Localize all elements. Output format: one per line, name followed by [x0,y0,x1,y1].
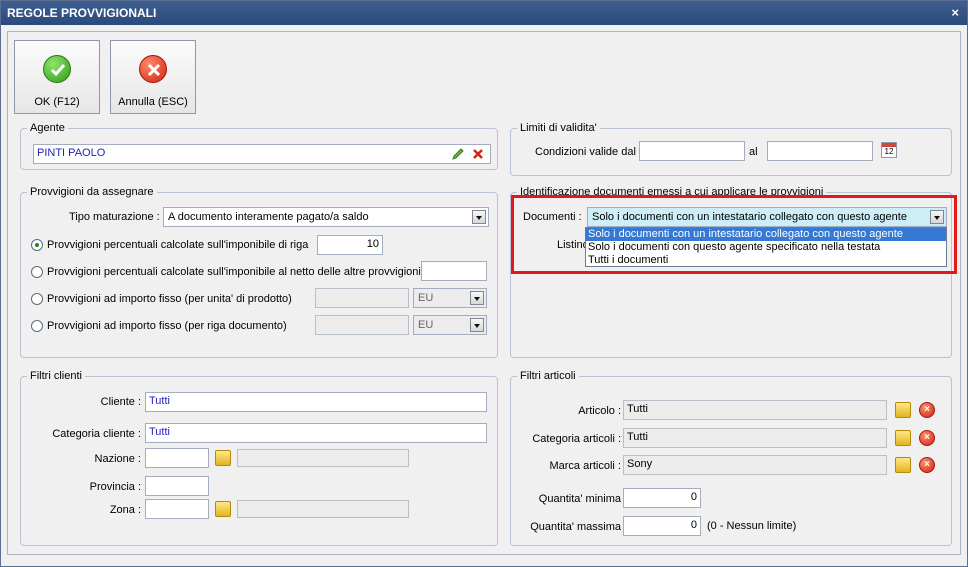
categoria-cliente-label: Categoria cliente : [52,428,141,440]
ok-button[interactable]: OK (F12) [14,40,100,114]
percent-netto-field[interactable] [421,261,487,281]
categoria-articoli-field[interactable]: Tutti [623,428,887,448]
radio-percent-riga[interactable] [31,239,43,251]
chevron-down-icon[interactable] [470,291,484,305]
delete-icon[interactable]: × [919,457,935,473]
nazione-field[interactable] [145,448,209,468]
valid-from-field[interactable] [639,141,745,161]
folder-icon[interactable] [895,430,911,446]
fisso-unita-field[interactable] [315,288,409,308]
limiti-group-title: Limiti di validita' [517,122,600,134]
red-highlight-box [511,195,957,274]
cancel-button[interactable]: Annulla (ESC) [110,40,196,114]
clear-x-icon[interactable] [471,147,485,161]
provvigioni-group: Provvigioni da assegnare Tipo maturazion… [20,186,498,358]
filtri-clienti-group-title: Filtri clienti [27,370,85,382]
agente-group-title: Agente [27,122,68,134]
checkmark-icon [43,55,71,83]
edit-pencil-icon[interactable] [451,147,465,161]
filtri-articoli-group: Filtri articoli Articolo : Tutti × Categ… [510,370,952,546]
folder-icon[interactable] [895,402,911,418]
zona-description-field [237,500,409,518]
zona-field[interactable] [145,499,209,519]
folder-icon[interactable] [895,457,911,473]
tipo-maturazione-value: A documento interamente pagato/a saldo [168,211,369,223]
cancel-x-icon [139,55,167,83]
categoria-articoli-label: Categoria articoli : [532,433,621,445]
provincia-label: Provincia : [89,481,141,493]
filtri-clienti-group: Filtri clienti Cliente : Tutti Categoria… [20,370,498,546]
limiti-group: Limiti di validita' Condizioni valide da… [510,122,952,176]
ok-button-label: OK (F12) [34,96,80,108]
fisso-riga-field[interactable] [315,315,409,335]
marca-articoli-field[interactable]: Sony [623,455,887,475]
zona-label: Zona : [109,504,141,516]
quantita-minima-field[interactable]: 0 [623,488,701,508]
delete-icon[interactable]: × [919,430,935,446]
quantita-massima-note: (0 - Nessun limite) [707,520,797,532]
cliente-label: Cliente : [100,396,141,408]
nazione-label: Nazione : [94,453,141,465]
folder-icon[interactable] [215,501,231,517]
fisso-unita-currency-select[interactable]: EU [413,288,487,308]
marca-articoli-label: Marca articoli : [549,460,621,472]
articolo-field[interactable]: Tutti [623,400,887,420]
fisso-unita-currency-value: EU [418,292,434,304]
fisso-riga-currency-value: EU [418,319,434,331]
quantita-minima-label: Quantita' minima [538,493,621,505]
cliente-field[interactable]: Tutti [145,392,487,412]
radio-fisso-riga[interactable] [31,320,43,332]
option-percent-netto-label: Provvigioni percentuali calcolate sull'i… [47,266,421,278]
delete-icon[interactable]: × [919,402,935,418]
option-fisso-riga-label: Provvigioni ad importo fisso (per riga d… [47,320,287,332]
provincia-field[interactable] [145,476,209,496]
radio-fisso-unita[interactable] [31,293,43,305]
close-icon[interactable]: × [951,1,959,25]
agente-group: Agente PINTI PAOLO [20,122,498,170]
tipo-maturazione-select[interactable]: A documento interamente pagato/a saldo [163,207,489,227]
valid-to-label: al [749,146,758,158]
calendar-icon[interactable]: 12 [881,142,897,158]
chevron-down-icon[interactable] [470,318,484,332]
articolo-label: Articolo : [578,405,621,417]
window: REGOLE PROVVIGIONALI × OK (F12) Annulla … [0,0,968,567]
quantita-massima-label: Quantita' massima [530,521,621,533]
radio-percent-netto[interactable] [31,266,43,278]
agente-field[interactable]: PINTI PAOLO [33,144,491,164]
valid-from-label: Condizioni valide dal [535,146,636,158]
valid-to-field[interactable] [767,141,873,161]
tipo-maturazione-label: Tipo maturazione : [69,211,160,223]
fisso-riga-currency-select[interactable]: EU [413,315,487,335]
title-bar: REGOLE PROVVIGIONALI × [1,1,967,25]
nazione-description-field [237,449,409,467]
cancel-button-label: Annulla (ESC) [118,96,188,108]
folder-icon[interactable] [215,450,231,466]
option-fisso-unita-label: Provvigioni ad importo fisso (per unita'… [47,293,292,305]
window-title: REGOLE PROVVIGIONALI [7,6,157,20]
categoria-cliente-field[interactable]: Tutti [145,423,487,443]
provvigioni-group-title: Provvigioni da assegnare [27,186,157,198]
chevron-down-icon[interactable] [472,210,486,224]
quantita-massima-field[interactable]: 0 [623,516,701,536]
option-percent-riga-label: Provvigioni percentuali calcolate sull'i… [47,239,309,251]
percent-riga-field[interactable]: 10 [317,235,383,255]
filtri-articoli-group-title: Filtri articoli [517,370,579,382]
dialog-body: OK (F12) Annulla (ESC) Agente PINTI PAOL… [7,31,961,555]
